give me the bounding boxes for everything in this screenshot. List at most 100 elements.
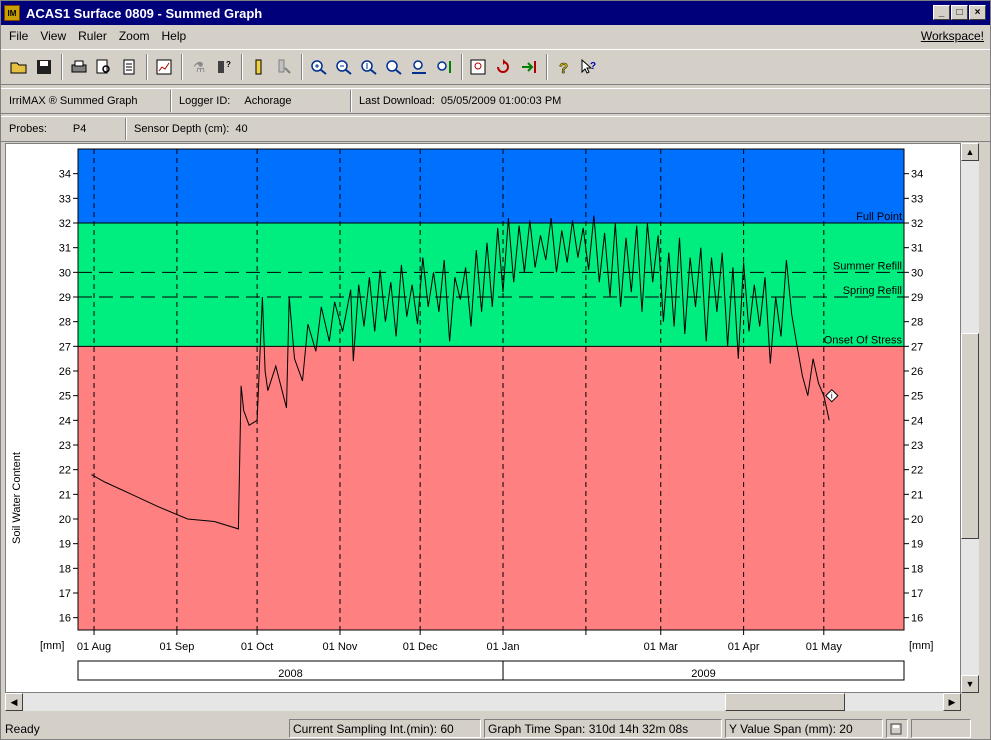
menu-workspace[interactable]: Workspace! [921,29,984,43]
title-bar[interactable]: IM ACAS1 Surface 0809 - Summed Graph _ □… [1,1,990,25]
goto-end-icon[interactable] [517,55,541,79]
y-tick-label-right: 24 [911,415,923,427]
toolbar: ⚗ ? ? ? [1,49,990,85]
year-label: 2008 [278,668,302,680]
y-tick-label-right: 26 [911,366,923,378]
open-icon[interactable] [7,55,31,79]
minimize-button[interactable]: _ [933,5,950,20]
y-tick-label-right: 18 [911,563,923,575]
probes: Probes: P4 [1,118,126,140]
x-tick-label: 01 Mar [644,641,679,653]
y-tick-label-right: 34 [911,169,923,181]
menu-file[interactable]: File [9,29,28,43]
y-tick-label-right: 31 [911,243,923,255]
y-tick-label-right: 16 [911,613,923,625]
x-tick-label: 01 Oct [241,641,273,653]
status-y-span: Y Value Span (mm): 20 [725,719,883,738]
horizontal-scrollbar[interactable]: ◀ ▶ [5,693,961,711]
page-icon[interactable] [117,55,141,79]
flask-icon[interactable]: ⚗ [187,55,211,79]
y-tick-label-right: 20 [911,514,923,526]
maximize-button[interactable]: □ [951,5,968,20]
vertical-scrollbar[interactable]: ▲ ▼ [961,143,979,693]
menu-ruler[interactable]: Ruler [78,29,107,43]
menu-help[interactable]: Help [162,29,187,43]
y-tick-label-right: 23 [911,440,923,452]
y-tick-label-right: 25 [911,391,923,403]
refresh-icon[interactable] [492,55,516,79]
ruler-edit-icon[interactable] [272,55,296,79]
probe-settings-icon[interactable]: ? [212,55,236,79]
y-tick-label-right: 33 [911,193,923,205]
reference-line-label: Summer Refill [833,260,902,272]
graph-settings-icon[interactable] [152,55,176,79]
last-download: Last Download: 05/05/2009 01:00:03 PM [351,90,569,112]
close-button[interactable]: × [969,5,986,20]
y-tick-label-left: 32 [59,218,71,230]
scroll-left-button[interactable]: ◀ [5,693,23,711]
probes-value[interactable]: P4 [73,123,86,135]
zoom-last-icon[interactable] [432,55,456,79]
zoom-baseline-icon[interactable] [407,55,431,79]
zoom-in-y-icon[interactable] [357,55,381,79]
y-tick-label-left: 31 [59,243,71,255]
scroll-up-button[interactable]: ▲ [961,143,979,161]
y-tick-label-left: 17 [59,588,71,600]
data-marker-label: i [831,392,833,401]
probes-label: Probes: [9,123,47,135]
ruler-icon[interactable] [247,55,271,79]
save-icon[interactable] [32,55,56,79]
scroll-right-button[interactable]: ▶ [943,693,961,711]
y-tick-label-left: 24 [59,415,71,427]
horizontal-scroll-thumb[interactable] [725,693,845,711]
toolbar-separator [301,54,303,80]
print-icon[interactable] [67,55,91,79]
last-download-value: 05/05/2009 01:00:03 PM [440,95,562,107]
x-tick-label: 01 Sep [159,641,194,653]
menu-zoom[interactable]: Zoom [119,29,150,43]
toolbar-separator [461,54,463,80]
y-tick-label-right: 22 [911,465,923,477]
zoom-out-y-icon[interactable] [382,55,406,79]
y-axis-label: Soil Water Content [11,452,23,544]
vertical-scroll-thumb[interactable] [961,333,979,539]
sensor-depth-label: Sensor Depth (cm): [134,123,230,135]
summed-graph-chart[interactable]: Full Point Summer Refill Spring Refill Onse… [6,144,960,692]
y-tick-label-left: 27 [59,341,71,353]
zoom-in-x-icon[interactable] [307,55,331,79]
toolbar-separator [181,54,183,80]
zoom-out-x-icon[interactable] [332,55,356,79]
year-label: 2009 [691,668,715,680]
disk-icon [886,719,908,738]
y-unit-right: [mm] [909,640,933,652]
y-tick-label-right: 21 [911,489,923,501]
y-tick-label-left: 22 [59,465,71,477]
context-help-icon[interactable]: ? [577,55,601,79]
menu-view[interactable]: View [40,29,66,43]
reference-line-label: Spring Refill [843,285,902,297]
status-bar: Ready Current Sampling Int.(min): 60 Gra… [1,717,990,739]
y-tick-label-right: 28 [911,317,923,329]
graph-pane[interactable]: Full Point Summer Refill Spring Refill Onse… [5,143,961,693]
x-tick-label: 01 Jan [487,641,520,653]
y-tick-label-left: 25 [59,391,71,403]
y-tick-label-left: 33 [59,193,71,205]
sensor-depth-value[interactable]: 40 [235,123,247,135]
zoom-fit-icon[interactable] [467,55,491,79]
y-tick-label-left: 16 [59,613,71,625]
scroll-down-button[interactable]: ▼ [961,675,979,693]
y-tick-label-left: 18 [59,563,71,575]
menu-bar: File View Ruler Zoom Help Workspace! [1,25,990,47]
x-tick-label: 01 Aug [77,641,111,653]
svg-text:?: ? [226,60,231,69]
status-empty-panel [911,719,971,738]
svg-text:?: ? [590,61,596,72]
logger-id: Logger ID: Achorage [171,90,351,112]
band-saturated [78,149,904,223]
logger-id-label: Logger ID: [179,95,231,107]
y-tick-label-left: 23 [59,440,71,452]
toolbar-separator [146,54,148,80]
help-icon[interactable]: ? [552,55,576,79]
y-tick-label-left: 21 [59,489,71,501]
print-preview-icon[interactable] [92,55,116,79]
